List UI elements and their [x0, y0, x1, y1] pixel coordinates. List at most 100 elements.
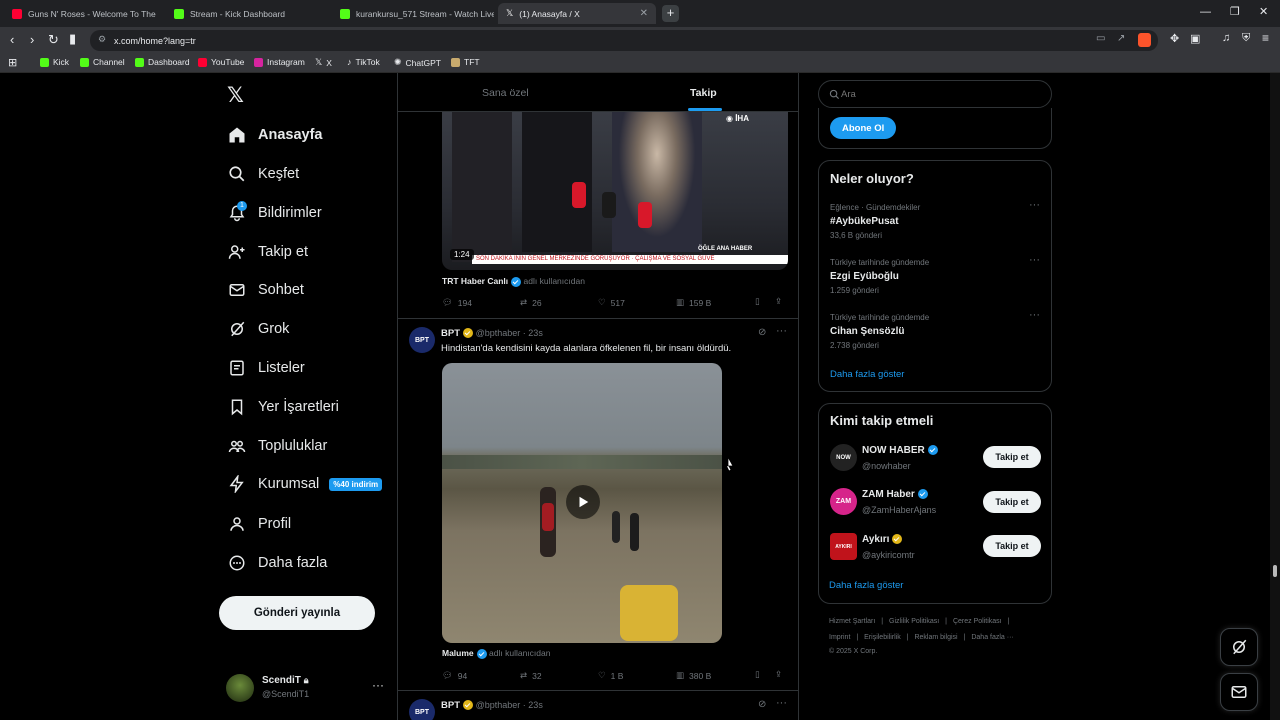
nav-explore[interactable]: Keşfet	[226, 159, 299, 189]
tab-for-you[interactable]: Sana özel	[482, 87, 529, 99]
who-to-follow-show-more[interactable]: Daha fazla göster	[829, 580, 903, 591]
trend-item[interactable]: Eğlence · Gündemdekiler #AybükePusat 33,…	[830, 199, 1042, 240]
footer-link[interactable]: Erişilebilirlik	[864, 634, 901, 641]
nav-home[interactable]: Anasayfa	[226, 120, 322, 150]
nav-chat[interactable]: Sohbet	[226, 275, 304, 305]
subscribe-button[interactable]: Abone Ol	[830, 117, 897, 139]
cast-icon[interactable]: ▭	[1096, 33, 1105, 44]
post-more-icon[interactable]: ···	[776, 325, 787, 337]
footer-link[interactable]: Imprint	[829, 634, 850, 641]
search-input[interactable]	[841, 85, 1041, 103]
account-switcher[interactable]: ScendiT 🔒︎ @ScendiT1 ···	[226, 672, 386, 704]
footer-link[interactable]: Reklam bilgisi	[914, 634, 957, 641]
tab-following[interactable]: Takip	[690, 87, 717, 99]
trend-more-icon[interactable]: ···	[1029, 199, 1040, 211]
nav-notifications[interactable]: 1 Bildirimler	[226, 198, 322, 228]
author-name[interactable]: BPT	[441, 328, 460, 339]
bookmark-instagram[interactable]: Instagram	[254, 57, 305, 67]
trend-item[interactable]: Türkiye tarihinde gündemde Ezgi Eyüboğlu…	[830, 254, 1042, 295]
follow-button[interactable]: Takip et	[983, 491, 1041, 513]
post-button[interactable]: Gönderi yayınla	[219, 596, 375, 630]
views-button[interactable]: ▥ 380 B	[676, 670, 711, 681]
repost-button[interactable]: ⇄ 32	[520, 670, 542, 681]
footer-link[interactable]: Hizmet Şartları	[829, 618, 875, 625]
video-source[interactable]: Malume adlı kullanıcıdan	[442, 648, 550, 659]
bookmark-post-button[interactable]: ▯	[755, 669, 760, 680]
extensions-icon[interactable]: ✥	[1170, 32, 1179, 45]
nav-profile[interactable]: Profil	[226, 509, 291, 539]
avatar[interactable]: BPT	[409, 699, 435, 720]
author-handle[interactable]: @bpthaber · 23s	[476, 328, 543, 338]
nav-more[interactable]: Daha fazla	[226, 548, 327, 578]
apps-grid-icon[interactable]: ⊞	[8, 56, 17, 69]
site-settings-icon[interactable]: ⚙	[98, 34, 106, 45]
post-video[interactable]: ◉ İHA SON DAKİKA ININ GENEL MERKEZİNDE G…	[442, 112, 788, 270]
search-box[interactable]	[818, 80, 1052, 108]
bookmark-dashboard[interactable]: Dashboard	[135, 57, 190, 67]
bookmark-x[interactable]: 𝕏X	[315, 57, 332, 68]
scrollbar-track[interactable]	[1270, 73, 1280, 720]
nav-business[interactable]: Kurumsal %40 indirim	[226, 469, 383, 499]
messages-float-button[interactable]	[1220, 673, 1258, 711]
share-button[interactable]: ⇪	[775, 296, 782, 307]
author-name[interactable]: BPT	[441, 700, 460, 711]
share-icon[interactable]: ↗	[1117, 33, 1125, 44]
nav-communities[interactable]: Topluluklar	[226, 431, 327, 461]
nav-follow[interactable]: Takip et	[226, 237, 308, 267]
author-handle[interactable]: @bpthaber · 23s	[476, 700, 543, 710]
bookmark-chatgpt[interactable]: ✺ ChatGPT	[394, 57, 441, 68]
bookmark-tft[interactable]: TFT	[451, 57, 480, 67]
address-bar[interactable]: ⚙ x.com/home?lang=tr ▭ ↗	[90, 30, 1158, 51]
reply-button[interactable]: 💬︎ 94	[442, 670, 467, 681]
menu-icon[interactable]: ≡	[1262, 31, 1269, 45]
forward-icon[interactable]: ›	[30, 32, 34, 47]
repost-button[interactable]: ⇄ 26	[520, 297, 542, 308]
play-button[interactable]	[566, 485, 600, 519]
grok-float-button[interactable]	[1220, 628, 1258, 666]
footer-link[interactable]: Çerez Politikası	[953, 618, 1002, 625]
trend-more-icon[interactable]: ···	[1029, 254, 1040, 266]
x-logo[interactable]: 𝕏	[227, 83, 244, 108]
nav-grok[interactable]: Grok	[226, 314, 289, 344]
nav-lists[interactable]: Listeler	[226, 353, 305, 383]
bookmark-tiktok[interactable]: ♪ TikTok	[347, 57, 380, 67]
nav-bookmarks[interactable]: Yer İşaretleri	[226, 392, 339, 422]
close-tab-icon[interactable]: ✕	[634, 8, 648, 19]
minimize-icon[interactable]: —	[1200, 6, 1211, 18]
bookmark-page-icon[interactable]: ▮	[69, 31, 76, 47]
video-source[interactable]: TRT Haber Canlı adlı kullanıcıdan	[442, 276, 585, 287]
account-more-icon[interactable]: ···	[372, 678, 384, 692]
brave-shield-icon[interactable]	[1138, 33, 1151, 47]
browser-tab-kick-dashboard[interactable]: Stream - Kick Dashboard	[166, 3, 328, 24]
reply-button[interactable]: 💬︎ 194	[442, 297, 472, 308]
reload-icon[interactable]: ↻	[48, 32, 59, 48]
avatar[interactable]: BPT	[409, 327, 435, 353]
bookmark-youtube[interactable]: YouTube	[198, 57, 244, 67]
share-button[interactable]: ⇪	[775, 669, 782, 680]
sidebar-icon[interactable]: ▣	[1190, 32, 1200, 45]
browser-tab-kurankursu[interactable]: kurankursu_571 Stream - Watch Live	[332, 3, 494, 24]
vpn-icon[interactable]: ⛨	[1242, 32, 1250, 45]
scrollbar-thumb[interactable]	[1273, 565, 1277, 577]
follow-button[interactable]: Takip et	[983, 535, 1041, 557]
bookmark-kick[interactable]: Kick	[40, 57, 69, 67]
trends-show-more[interactable]: Daha fazla göster	[830, 369, 904, 380]
views-button[interactable]: ▥ 159 B	[676, 297, 711, 308]
post-more-icon[interactable]: ···	[776, 697, 787, 709]
back-icon[interactable]: ‹	[10, 32, 14, 47]
post-video[interactable]	[442, 363, 722, 643]
trend-more-icon[interactable]: ···	[1029, 309, 1040, 321]
footer-link[interactable]: Daha fazla ···	[971, 634, 1013, 641]
grok-icon[interactable]: ⊘	[758, 327, 766, 338]
browser-tab-gnr[interactable]: Guns N' Roses - Welcome To The	[4, 3, 162, 24]
grok-icon[interactable]: ⊘	[758, 699, 766, 710]
follow-button[interactable]: Takip et	[983, 446, 1041, 468]
close-window-icon[interactable]: ✕	[1259, 5, 1268, 18]
bookmark-channel[interactable]: Channel	[80, 57, 125, 67]
restore-icon[interactable]: ❐	[1230, 5, 1240, 18]
browser-tab-x-home[interactable]: 𝕏 (1) Anasayfa / X ✕	[498, 3, 656, 24]
bookmark-post-button[interactable]: ▯	[755, 296, 760, 307]
media-icon[interactable]: ♫	[1222, 32, 1230, 44]
like-button[interactable]: ♡ 1 B	[598, 670, 623, 681]
footer-link[interactable]: Gizlilik Politikası	[889, 618, 939, 625]
